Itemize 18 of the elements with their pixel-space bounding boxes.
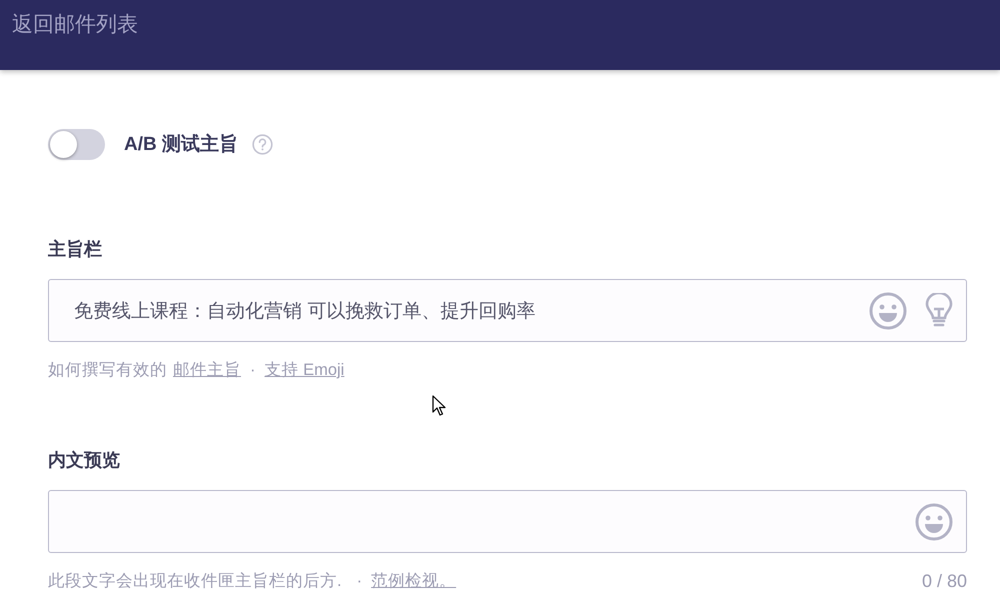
character-counter: 0 / 80 — [922, 570, 967, 592]
hint-text: 如何撰写有效的 邮件主旨 · 支持 Emoji — [48, 360, 344, 381]
lightbulb-icon[interactable] — [925, 292, 953, 328]
mouse-pointer-icon — [432, 395, 446, 417]
hint-link[interactable]: 范例检视。 — [371, 572, 456, 590]
subject-field[interactable]: 免费线上课程：自动化营销 可以挽救订单、提升回购率 — [48, 279, 967, 342]
toggle-label: A/B 测试主旨 — [124, 132, 238, 156]
hint-text: 此段文字会出现在收件匣主旨栏的后方. · 范例检视。 — [48, 571, 456, 592]
help-icon[interactable] — [252, 134, 273, 155]
field-label: 主旨栏 — [48, 238, 102, 261]
preview-field[interactable] — [48, 490, 967, 553]
smiley-icon[interactable] — [869, 292, 907, 330]
hint-link[interactable]: 支持 Emoji — [264, 361, 344, 379]
toggle-switch[interactable] — [48, 129, 105, 160]
smiley-icon[interactable] — [915, 502, 953, 540]
back-link[interactable]: 返回邮件列表 — [12, 13, 138, 36]
field-label: 内文预览 — [48, 449, 120, 472]
hint-link[interactable]: 邮件主旨 — [173, 361, 241, 379]
